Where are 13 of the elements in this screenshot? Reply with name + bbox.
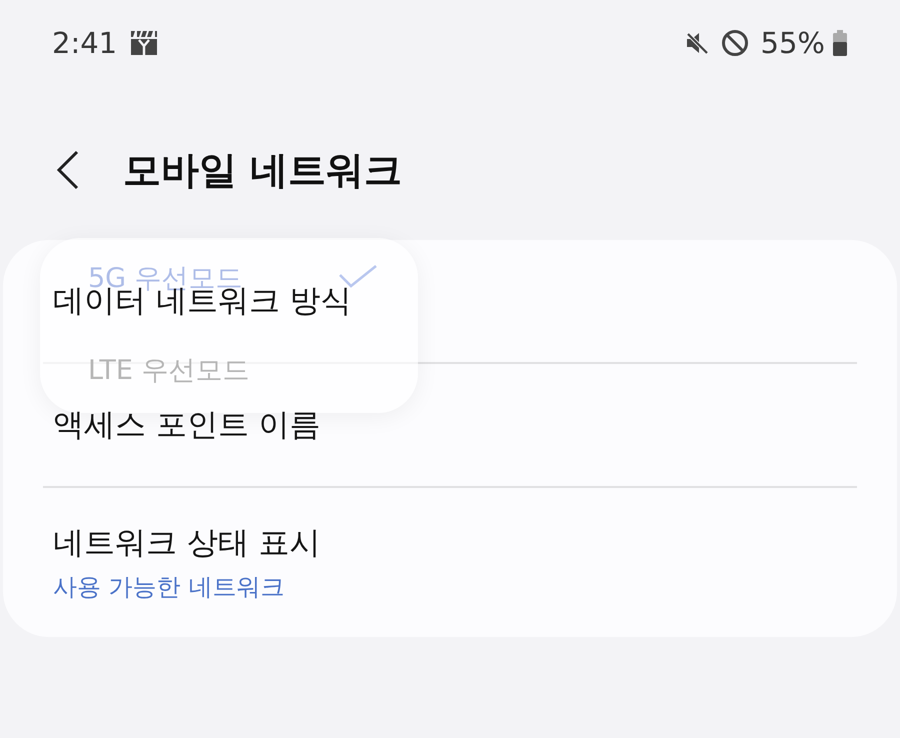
settings-item-summary: 사용 가능한 네트워크 — [53, 575, 284, 599]
check-icon — [338, 264, 378, 288]
do-not-disturb-icon — [720, 29, 749, 57]
settings-item[interactable]: 액세스 포인트 이름 — [53, 410, 321, 440]
status-time: 2:41 — [52, 26, 118, 60]
notification-app-icon — [131, 31, 158, 55]
back-icon — [56, 150, 80, 190]
battery-percentage: 55% — [760, 26, 825, 60]
settings-item[interactable]: 네트워크 상태 표시 — [53, 528, 321, 559]
page-title: 모바일 네트워크 — [123, 146, 402, 194]
back-button[interactable] — [55, 150, 81, 190]
mute-icon — [684, 31, 709, 55]
battery-icon — [833, 30, 847, 56]
